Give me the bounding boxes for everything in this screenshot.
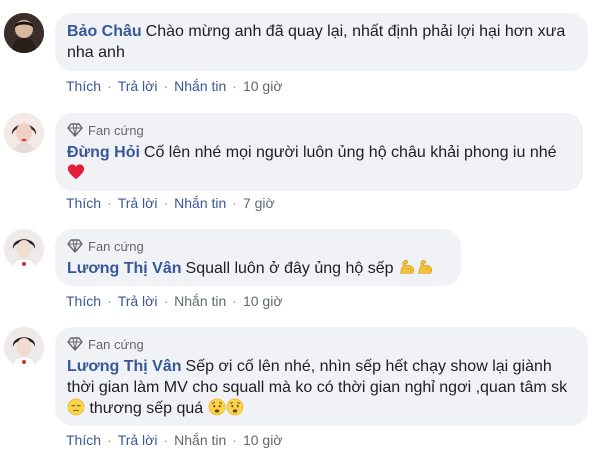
comment-actions: Thích · Trả lời · Nhắn tin · 10 giờ bbox=[66, 292, 283, 310]
flexed-biceps-icon bbox=[398, 258, 416, 276]
message-link[interactable]: Nhắn tin bbox=[174, 293, 226, 309]
fan-badge-label: Fan cứng bbox=[88, 238, 144, 254]
comment-actions: Thích · Trả lời · Nhắn tin · 10 giờ bbox=[66, 77, 283, 95]
pensive-face-icon bbox=[67, 398, 85, 416]
timestamp[interactable]: 7 giờ bbox=[243, 195, 275, 211]
separator-dot: · bbox=[107, 293, 112, 309]
red-heart-icon bbox=[67, 163, 85, 181]
separator-dot: · bbox=[232, 195, 237, 211]
comment-bubble: Fan cứng Lương Thị Vân Squall luôn ở đây … bbox=[55, 229, 461, 286]
worried-face-icon bbox=[226, 398, 244, 416]
comment-author[interactable]: Đừng Hỏi bbox=[67, 144, 140, 161]
message-link[interactable]: Nhắn tin bbox=[174, 432, 226, 448]
comment-author[interactable]: Lương Thị Vân bbox=[67, 358, 182, 375]
comment-author[interactable]: Lương Thị Vân bbox=[67, 260, 182, 277]
diamond-icon bbox=[67, 336, 83, 352]
avatar[interactable] bbox=[4, 113, 44, 153]
diamond-icon bbox=[67, 238, 83, 254]
separator-dot: · bbox=[232, 432, 237, 448]
comment-actions: Thích · Trả lời · Nhắn tin · 10 giờ bbox=[66, 431, 283, 449]
comment-bubble: Fan cứng Lương Thị Vân Sếp ơi cố lên nhé,… bbox=[55, 327, 588, 426]
worried-face-icon bbox=[208, 398, 226, 416]
message-link[interactable]: Nhắn tin bbox=[174, 78, 226, 94]
fan-badge: Fan cứng bbox=[67, 121, 571, 139]
fan-badge: Fan cứng bbox=[67, 335, 576, 353]
separator-dot: · bbox=[232, 293, 237, 309]
comment-bubble: Bảo Châu Chào mừng anh đã quay lại, nhất … bbox=[55, 13, 588, 71]
message-link[interactable]: Nhắn tin bbox=[174, 195, 226, 211]
reply-link[interactable]: Trả lời bbox=[118, 293, 158, 309]
separator-dot: · bbox=[232, 78, 237, 94]
separator-dot: · bbox=[107, 78, 112, 94]
comment-author[interactable]: Bảo Châu bbox=[67, 23, 142, 40]
comment-text: Squall luôn ở đây ủng hộ sếp bbox=[185, 260, 394, 277]
comment-bubble: Fan cứng Đừng Hỏi Cố lên nhé mọi người lu… bbox=[55, 113, 583, 191]
avatar[interactable] bbox=[4, 229, 44, 269]
separator-dot: · bbox=[163, 432, 169, 448]
separator-dot: · bbox=[107, 432, 112, 448]
reply-link[interactable]: Trả lời bbox=[118, 78, 158, 94]
timestamp[interactable]: 10 giờ bbox=[243, 432, 283, 448]
like-link[interactable]: Thích bbox=[66, 78, 101, 94]
reply-link[interactable]: Trả lời bbox=[118, 195, 158, 211]
separator-dot: · bbox=[107, 195, 112, 211]
diamond-icon bbox=[67, 122, 83, 138]
like-link[interactable]: Thích bbox=[66, 195, 101, 211]
timestamp[interactable]: 10 giờ bbox=[243, 78, 283, 94]
separator-dot: · bbox=[163, 78, 169, 94]
fan-badge-label: Fan cứng bbox=[88, 122, 144, 138]
fan-badge-label: Fan cứng bbox=[88, 336, 144, 352]
like-link[interactable]: Thích bbox=[66, 432, 101, 448]
comment-actions: Thích · Trả lời · Nhắn tin · 7 giờ bbox=[66, 194, 275, 212]
avatar[interactable] bbox=[4, 327, 44, 367]
timestamp[interactable]: 10 giờ bbox=[243, 293, 283, 309]
reply-link[interactable]: Trả lời bbox=[118, 432, 158, 448]
avatar[interactable] bbox=[4, 13, 44, 53]
separator-dot: · bbox=[163, 195, 169, 211]
like-link[interactable]: Thích bbox=[66, 293, 101, 309]
fan-badge: Fan cứng bbox=[67, 237, 449, 255]
separator-dot: · bbox=[163, 293, 169, 309]
comment-text: Cố lên nhé mọi người luôn ủng hộ châu kh… bbox=[143, 144, 557, 161]
flexed-biceps-icon bbox=[416, 258, 434, 276]
comment-text-continued: thương sếp quá bbox=[89, 400, 204, 417]
